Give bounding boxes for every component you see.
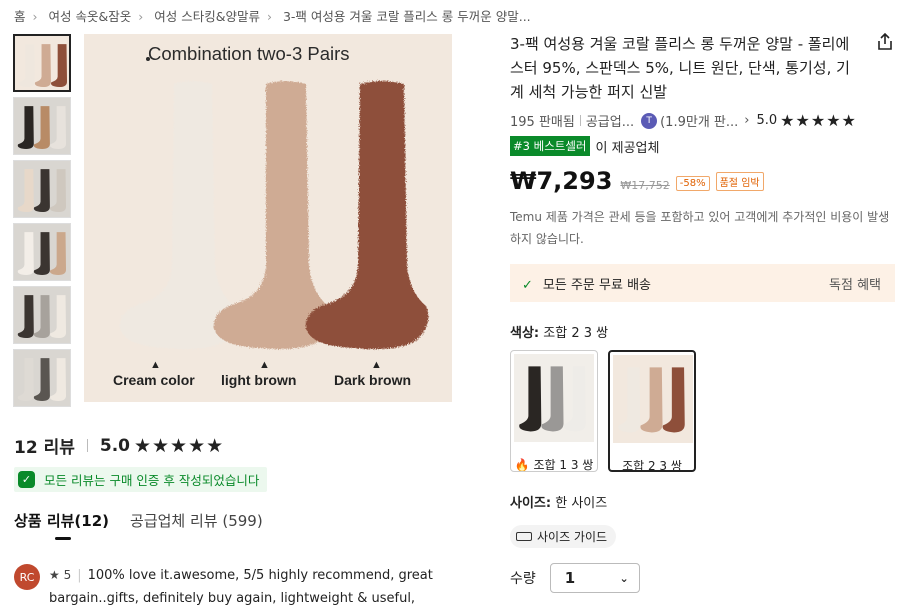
product-title: 3-팩 여성용 겨울 코랄 플리스 롱 두꺼운 양말 - 폴리에스터 95%, …: [510, 35, 850, 101]
breadcrumb-current: 3-팩 여성용 겨울 코랄 플리스 롱 두꺼운 양말...: [282, 9, 531, 24]
sock-label: Cream color: [113, 372, 195, 388]
size-guide-button[interactable]: 사이즈 가이드: [510, 525, 617, 548]
product-rating: 5.0: [756, 113, 778, 128]
product-meta: 195 판매됨 공급업... T (1.9만개 판... › 5.0 ★★★★★: [510, 111, 895, 130]
shipping-left: ✓ 모든 주문 무료 배송: [522, 274, 651, 293]
ruler-icon: [516, 532, 532, 541]
tax-note: Temu 제품 가격은 관세 등을 포함하고 있어 고객에게 추가적인 비용이 …: [510, 210, 890, 246]
marker-icon: ▲: [150, 359, 161, 371]
breadcrumb-separator: ›: [32, 9, 38, 24]
shipping-text: 모든 주문 무료 배송: [542, 277, 651, 293]
verified-text: 모든 리뷰는 구매 인증 후 작성되었습니다: [44, 473, 260, 488]
supplier-followers[interactable]: (1.9만개 판...: [660, 111, 738, 130]
variant-option-1[interactable]: 🔥 조합 1 3 쌍: [510, 350, 598, 472]
product-info: 3-팩 여성용 겨울 코랄 플리스 롱 두꺼운 양말 - 폴리에스터 95%, …: [510, 32, 895, 593]
breadcrumb-subcategory[interactable]: 여성 스타킹&양말류: [154, 9, 260, 24]
size-row: 사이즈: 한 사이즈: [510, 492, 895, 511]
divider: [579, 115, 581, 126]
thumbnail[interactable]: [13, 286, 71, 344]
breadcrumb-category[interactable]: 여성 속옷&잠옷: [49, 9, 132, 24]
review-count[interactable]: 12 리뷰: [14, 433, 75, 458]
breadcrumb-separator: ›: [138, 9, 144, 24]
sock-label: light brown: [221, 372, 296, 388]
current-price: ₩7,293: [510, 167, 613, 195]
size-value: 한 사이즈: [555, 496, 608, 511]
variant-value: 조합 2 3 쌍: [543, 326, 609, 341]
check-icon: ✓: [522, 277, 533, 293]
breadcrumb-home[interactable]: 홈: [14, 9, 26, 24]
review-tabs: 상품 리뷰(12) 공급업체 리뷰 (599): [14, 510, 454, 540]
product-photo: Combination two-3 Pairs ▲ ▲ ▲ Cream colo…: [84, 34, 452, 402]
variant-image: [613, 355, 693, 443]
star-rating-icon: ★★★★★: [133, 434, 225, 457]
discount-badge: -58%: [675, 176, 710, 191]
thumbnail[interactable]: [13, 349, 71, 407]
variant-option-2[interactable]: 조합 2 3 쌍: [608, 350, 696, 472]
thumbnail-image: [14, 98, 70, 154]
thumbnail-strip: [13, 34, 73, 412]
divider: |: [77, 568, 82, 583]
thumbnail[interactable]: [13, 160, 71, 218]
divider: [86, 439, 88, 452]
quantity-label: 수량: [510, 571, 536, 587]
marker-icon: ▲: [371, 359, 382, 371]
variant-name: 조합 2 3 쌍: [622, 459, 682, 472]
review-body: ★ 5 | 100% love it.awesome, 5/5 highly rec…: [49, 564, 454, 609]
avatar: RC: [14, 564, 40, 590]
size-guide-label: 사이즈 가이드: [537, 530, 608, 544]
quantity-select[interactable]: 1 ⌄: [549, 563, 640, 593]
thumbnail-image: [14, 350, 70, 406]
main-product-image[interactable]: Combination two-3 Pairs ▲ ▲ ▲ Cream colo…: [84, 34, 452, 402]
stock-badge: 품절 임박: [715, 172, 764, 191]
chevron-down-icon: ⌄: [619, 571, 629, 585]
bestseller-text: 이 제공업체: [595, 140, 660, 156]
variant-name: 조합 1 3 쌍: [533, 458, 594, 472]
thumbnail-image: [14, 287, 70, 343]
quantity-row: 수량 1 ⌄: [510, 563, 895, 593]
variant-option-label: 조합 2 3 쌍: [610, 457, 694, 472]
thumbnail-image: [14, 161, 70, 217]
tab-supplier-reviews[interactable]: 공급업체 리뷰 (599): [130, 510, 263, 540]
share-icon[interactable]: [875, 32, 895, 52]
review-item: RC ★ 5 | 100% love it.awesome, 5/5 highly …: [14, 564, 454, 609]
sock-label: Dark brown: [334, 372, 411, 388]
variant-image: [514, 354, 594, 442]
supplier-logo-icon: T: [641, 112, 658, 129]
reviews-header: 12 리뷰 5.0 ★★★★★: [14, 433, 454, 459]
thumbnail-image: [15, 36, 69, 90]
variant-options: 🔥 조합 1 3 쌍 조합 2 3 쌍: [510, 350, 895, 472]
shield-check-icon: ✓: [18, 471, 35, 488]
exclusive-perk: 독점 혜택: [829, 277, 881, 293]
variant-label: 색상:: [510, 326, 540, 341]
review-rating: ★ 5: [49, 568, 72, 582]
review-text: 100% love it.awesome, 5/5 highly recomme…: [49, 568, 433, 606]
verified-notice: ✓ 모든 리뷰는 구매 인증 후 작성되었습니다: [14, 467, 268, 492]
tab-product-reviews[interactable]: 상품 리뷰(12): [14, 510, 109, 540]
thumbnail-image: [14, 224, 70, 280]
thumbnail[interactable]: [13, 223, 71, 281]
variant-option-label: 🔥 조합 1 3 쌍: [511, 456, 597, 472]
bestseller-row: #3 베스트셀러 이 제공업체: [510, 136, 895, 156]
variant-label-row: 색상: 조합 2 3 쌍: [510, 322, 895, 341]
reviews-section: 12 리뷰 5.0 ★★★★★ ✓ 모든 리뷰는 구매 인증 후 작성되었습니다…: [14, 433, 454, 609]
review-average: 5.0: [99, 435, 130, 456]
price-row: ₩7,293 ₩17,752 -58% 품절 임박: [510, 167, 895, 195]
chevron-right-icon[interactable]: ›: [744, 113, 749, 128]
marker-icon: ▲: [259, 359, 270, 371]
free-shipping-banner[interactable]: ✓ 모든 주문 무료 배송 독점 혜택: [510, 264, 895, 302]
breadcrumb: 홈 › 여성 속옷&잠옷 › 여성 스타킹&양말류 › 3-팩 여성용 겨울 코랄 플…: [14, 6, 531, 25]
breadcrumb-separator: ›: [266, 9, 272, 24]
thumbnail[interactable]: [13, 34, 71, 92]
image-caption: Combination two-3 Pairs: [148, 43, 350, 64]
star-rating-icon[interactable]: ★★★★★: [780, 111, 857, 130]
bestseller-badge[interactable]: #3 베스트셀러: [510, 136, 590, 156]
sold-count: 195 판매됨: [510, 115, 575, 130]
fire-icon: 🔥: [514, 458, 530, 472]
size-label: 사이즈:: [510, 496, 552, 511]
supplier-name[interactable]: 공급업...: [586, 111, 634, 130]
quantity-value: 1: [564, 569, 576, 587]
original-price: ₩17,752: [620, 179, 670, 192]
thumbnail[interactable]: [13, 97, 71, 155]
